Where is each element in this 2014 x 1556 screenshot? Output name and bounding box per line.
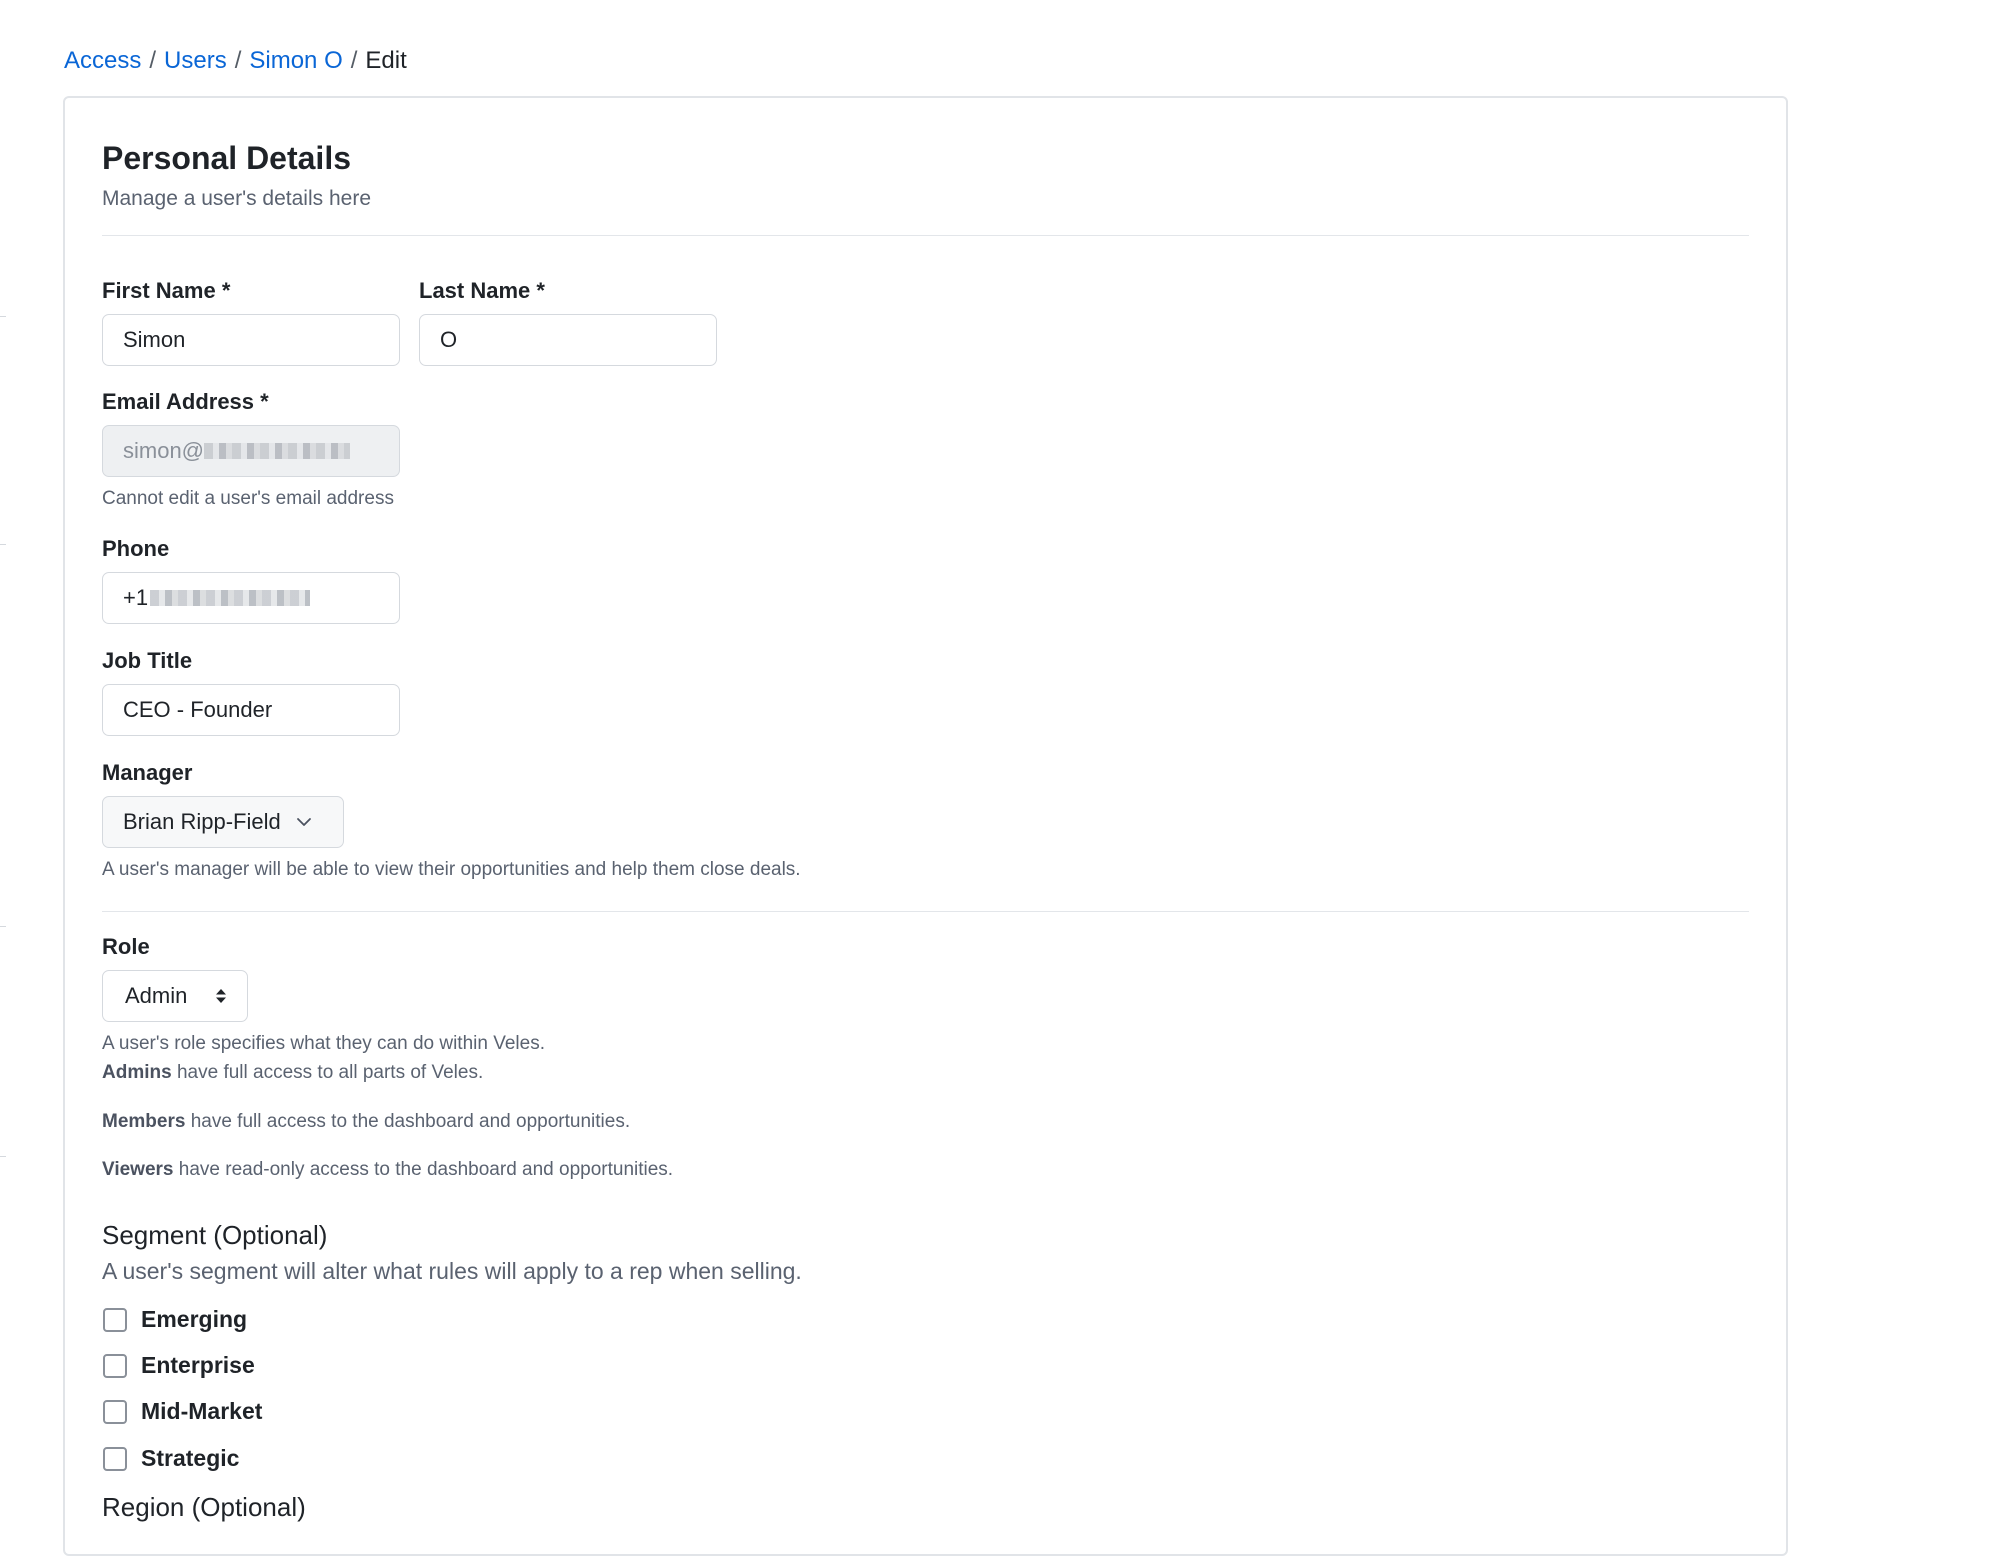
breadcrumb-separator: / (350, 47, 358, 74)
phone-value: +1 (123, 585, 149, 610)
page-subtitle: Manage a user's details here (102, 187, 372, 210)
manager-selected-value: Brian Ripp-Field (123, 809, 281, 834)
checkbox-label-mid-market: Mid-Market (141, 1398, 263, 1424)
first-name-label: First Name * (102, 278, 231, 303)
phone-label: Phone (102, 536, 170, 561)
manager-help: A user's manager will be able to view th… (102, 859, 801, 880)
redacted-blur (150, 590, 311, 606)
role-desc-members: have full access to the dashboard and op… (185, 1111, 631, 1132)
role-label: Role (102, 934, 150, 959)
section-divider (102, 911, 1749, 912)
email-help: Cannot edit a user's email address (102, 488, 394, 509)
role-term-admins: Admins (102, 1062, 172, 1083)
checkbox-strategic[interactable] (103, 1446, 127, 1471)
role-help-members: Members have full access to the dashboar… (102, 1110, 630, 1134)
checkbox-label-emerging: Emerging (141, 1306, 248, 1332)
role-help-admins: Admins have full access to all parts of … (102, 1061, 483, 1085)
last-name-label: Last Name * (419, 278, 545, 303)
checkbox-enterprise[interactable] (103, 1353, 127, 1378)
breadcrumb-link-users[interactable]: Users (164, 47, 227, 74)
role-desc-viewers: have read-only access to the dashboard a… (173, 1159, 674, 1180)
role-selected-value: Admin (125, 983, 188, 1008)
manager-select[interactable]: Brian Ripp-Field (102, 796, 344, 848)
role-select[interactable]: Admin (102, 970, 248, 1022)
checkbox-mid-market[interactable] (103, 1399, 127, 1424)
email-label: Email Address * (102, 389, 269, 414)
email-input: simon@ (102, 425, 400, 477)
role-help-viewers: Viewers have read-only access to the das… (102, 1158, 673, 1182)
breadcrumb: Access / Users / Simon O / Edit (64, 46, 407, 76)
checkbox-emerging[interactable] (103, 1307, 127, 1332)
edge-tick (0, 926, 6, 927)
email-value: simon@ (123, 438, 205, 463)
manager-label: Manager (102, 760, 193, 785)
job-title-label: Job Title (102, 648, 193, 673)
first-name-input[interactable] (102, 314, 400, 366)
checkbox-label-strategic: Strategic (141, 1445, 240, 1471)
role-help-intro: A user's role specifies what they can do… (102, 1033, 545, 1054)
segment-option-enterprise[interactable]: Enterprise (103, 1352, 255, 1379)
job-title-input[interactable] (102, 684, 400, 736)
segment-title: Segment (Optional) (102, 1220, 328, 1250)
segment-option-mid-market[interactable]: Mid-Market (103, 1398, 262, 1425)
segment-option-emerging[interactable]: Emerging (103, 1306, 247, 1333)
section-divider (102, 235, 1749, 236)
page-title: Personal Details (102, 140, 351, 176)
role-term-members: Members (102, 1111, 186, 1132)
breadcrumb-link-user[interactable]: Simon O (249, 47, 342, 74)
phone-input[interactable]: +1 (102, 572, 400, 624)
edge-tick (0, 316, 6, 317)
segment-subtitle: A user's segment will alter what rules w… (102, 1258, 802, 1284)
region-title: Region (Optional) (102, 1492, 306, 1522)
breadcrumb-separator: / (234, 47, 242, 74)
redacted-blur (204, 443, 351, 459)
checkbox-label-enterprise: Enterprise (141, 1352, 255, 1378)
sort-arrows-icon (216, 989, 227, 1003)
chevron-down-icon (296, 818, 311, 826)
edge-tick (0, 544, 6, 545)
role-term-viewers: Viewers (102, 1159, 174, 1180)
last-name-input[interactable] (419, 314, 717, 366)
breadcrumb-link-access[interactable]: Access (64, 47, 141, 74)
breadcrumb-separator: / (149, 47, 157, 74)
role-desc-admins: have full access to all parts of Veles. (171, 1062, 484, 1083)
breadcrumb-current: Edit (365, 47, 407, 74)
edge-tick (0, 1156, 6, 1157)
segment-option-strategic[interactable]: Strategic (103, 1445, 239, 1472)
